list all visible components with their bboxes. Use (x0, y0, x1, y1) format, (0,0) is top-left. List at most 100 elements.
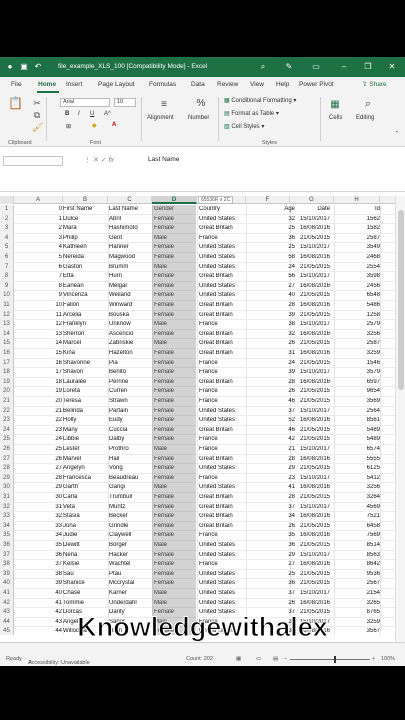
cell-b[interactable]: Angelyn (63, 465, 107, 471)
tab-review[interactable]: Review (217, 81, 238, 88)
cell-e[interactable]: France (199, 436, 247, 442)
cell-a[interactable]: 31 (18, 504, 62, 510)
cell-g[interactable]: 21/05/2015 (290, 571, 330, 577)
cell-h[interactable]: 9536 (336, 571, 380, 577)
row-number[interactable]: 26 (0, 445, 14, 455)
row-number[interactable]: 29 (0, 473, 14, 484)
cell-e[interactable]: Great Britain (199, 379, 247, 385)
cell-h[interactable]: 2456 (336, 283, 380, 289)
cell-b[interactable]: Nereida (63, 254, 107, 260)
cell-f[interactable]: 26 (250, 340, 295, 346)
cell-e[interactable]: United States (199, 292, 247, 298)
cell-e[interactable]: United States (199, 408, 247, 414)
cell-a[interactable]: 2 (18, 225, 62, 231)
page-break-view-icon[interactable]: ▤ (273, 656, 278, 662)
cell-g[interactable]: 16/08/2016 (290, 417, 330, 423)
cell-g[interactable]: 21/05/2015 (290, 340, 330, 346)
cell-c[interactable]: Partain (109, 408, 151, 414)
font-size-select[interactable]: 10 (114, 98, 136, 107)
cell-a[interactable]: 15 (18, 350, 62, 356)
name-box[interactable] (3, 156, 63, 166)
cell-g[interactable]: 21/05/2015 (290, 388, 330, 394)
cell-h[interactable]: 2564 (336, 408, 380, 414)
row-number[interactable]: 33 (0, 512, 14, 522)
cell-e[interactable]: United States (199, 571, 247, 577)
cell-c[interactable]: Hail (109, 456, 151, 462)
cell-c[interactable]: Strawn (109, 398, 151, 404)
cell-g[interactable]: 15/10/2017 (290, 369, 330, 375)
cell-e[interactable]: Great Britain (199, 456, 247, 462)
cell-f[interactable]: 27 (250, 561, 295, 567)
cell-a[interactable]: 3 (18, 235, 62, 241)
row-number[interactable]: 34 (0, 521, 14, 532)
row-number[interactable]: 2 (0, 214, 14, 225)
conditional-formatting-button[interactable]: ▦ Conditional Formatting ▾ (224, 97, 296, 104)
cancel-icon[interactable]: ✕ (93, 157, 101, 164)
column-header-d[interactable]: D (152, 196, 197, 204)
cell-e[interactable]: France (199, 446, 247, 452)
cell-f[interactable]: 28 (250, 456, 295, 462)
enter-icon[interactable]: ✓ (101, 157, 109, 164)
row-number[interactable]: 3 (0, 224, 14, 234)
cell-a[interactable]: 10 (18, 302, 62, 308)
dots-icon[interactable]: ⋮ (84, 157, 93, 164)
row-number[interactable]: 22 (0, 406, 14, 417)
cell-c[interactable]: Trumbull (109, 494, 151, 500)
restore-icon[interactable]: ❐ (362, 61, 374, 73)
cell-a[interactable]: 37 (18, 561, 62, 567)
cell-h[interactable]: 1562 (336, 216, 380, 222)
cell-e[interactable]: United States (199, 580, 247, 586)
cell-c[interactable]: Winward (109, 302, 151, 308)
cell-a[interactable]: 9 (18, 292, 62, 298)
row-number[interactable]: 37 (0, 550, 14, 561)
cell-b[interactable]: Stasia (63, 513, 107, 519)
cell-g[interactable]: 15/10/2017 (290, 446, 330, 452)
cell-g[interactable]: 16/08/2016 (290, 350, 330, 356)
cell-f[interactable]: 24 (250, 360, 295, 366)
cell-b[interactable]: Shavon (63, 369, 107, 375)
cell-g[interactable]: 16/08/2016 (290, 331, 330, 337)
cell-c[interactable]: Grindle (109, 523, 151, 529)
row-number[interactable]: 28 (0, 464, 14, 474)
cell-a[interactable]: 17 (18, 369, 62, 375)
cells-button[interactable]: Cells (329, 115, 342, 121)
cell-h[interactable]: 6125 (336, 465, 380, 471)
row-number[interactable]: 13 (0, 320, 14, 330)
row-number[interactable]: 12 (0, 310, 14, 321)
cell-g[interactable]: 16/08/2016 (290, 225, 330, 231)
cell-b[interactable]: Jona (63, 523, 107, 529)
undo-icon[interactable]: ↶ (32, 61, 44, 73)
cell-b[interactable]: Marcel (63, 340, 107, 346)
tab-insert[interactable]: Insert (66, 81, 82, 88)
underline-icon[interactable]: U (90, 111, 94, 117)
cell-b[interactable]: Judie (63, 532, 107, 538)
row-number[interactable]: 25 (0, 435, 14, 445)
alignment-icon[interactable]: ≡ (158, 99, 170, 111)
cell-f[interactable]: 36 (250, 235, 295, 241)
cell-g[interactable]: 15/10/2017 (290, 216, 330, 222)
cell-f[interactable]: 25 (250, 571, 295, 577)
cell-g[interactable]: 21/05/2015 (290, 360, 330, 366)
vertical-scrollbar[interactable] (395, 196, 405, 642)
cell-c[interactable]: Wachtel (109, 561, 151, 567)
cell-e[interactable]: Great Britain (199, 427, 247, 433)
column-header-h[interactable]: H (334, 196, 380, 204)
cell-e[interactable]: United States (199, 244, 247, 250)
cell-c[interactable]: Becker (109, 513, 151, 519)
cell-b[interactable]: Belinda (63, 408, 107, 414)
cell-g[interactable]: 21/05/2015 (290, 580, 330, 586)
cell-c[interactable]: Hazelton (109, 350, 151, 356)
cell-b[interactable]: Teresa (63, 398, 107, 404)
cell-h[interactable]: 8563 (336, 552, 380, 558)
cell-c[interactable]: Bouska (109, 312, 151, 318)
row-number[interactable]: 42 (0, 598, 14, 609)
cell-a[interactable]: 30 (18, 494, 62, 500)
cell-c[interactable]: Melgar (109, 283, 151, 289)
row-number[interactable]: 5 (0, 243, 14, 253)
cell-g[interactable]: 15/10/2017 (290, 552, 330, 558)
cell-f[interactable]: 28 (250, 302, 295, 308)
row-number[interactable]: 8 (0, 272, 14, 282)
cell-c[interactable]: Vong (109, 465, 151, 471)
cell-b[interactable]: Dewitt (63, 542, 107, 548)
normal-view-icon[interactable]: ▦ (236, 656, 241, 662)
